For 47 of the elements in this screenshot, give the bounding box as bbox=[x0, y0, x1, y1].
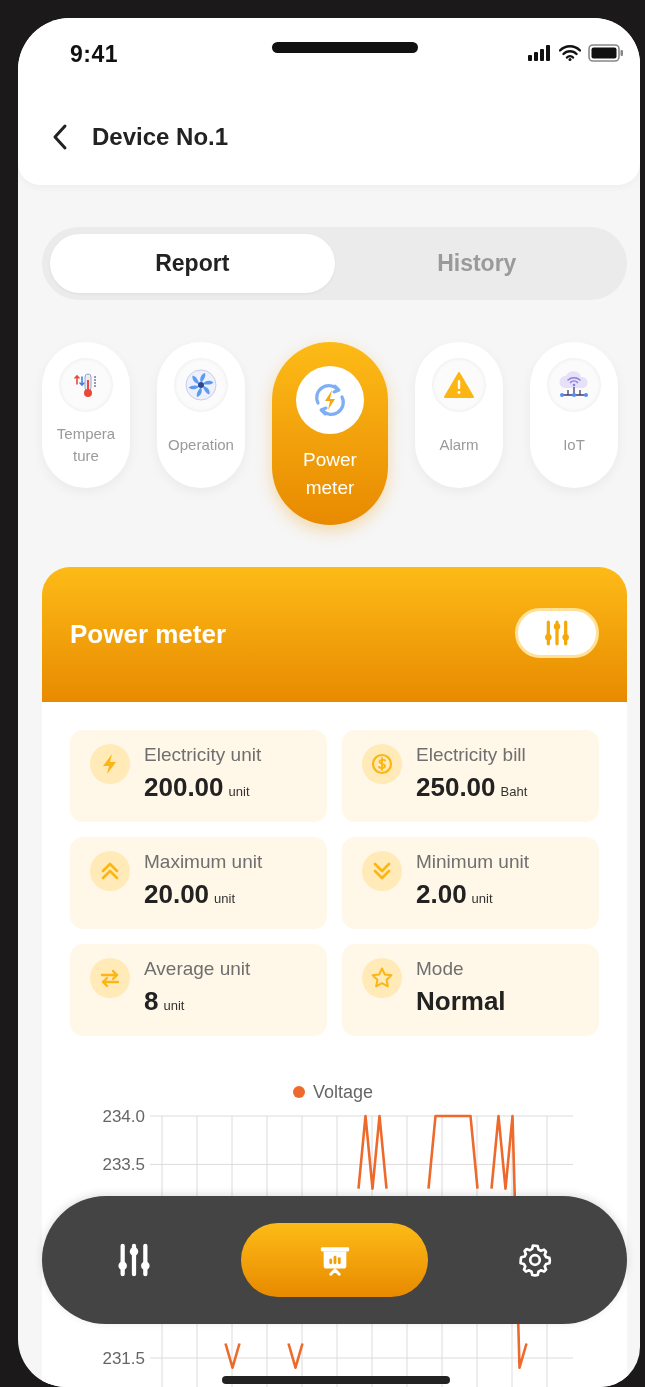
stat-value: 2.00 bbox=[416, 879, 467, 910]
category-button[interactable]: Operation bbox=[157, 342, 245, 488]
wifi-icon bbox=[559, 45, 581, 61]
status-time: 9:41 bbox=[70, 40, 119, 68]
double-chevron-down-icon bbox=[371, 860, 393, 882]
stat-unit: unit bbox=[471, 891, 493, 906]
card-title: Power meter bbox=[70, 619, 227, 650]
stat-label: Electricity bill bbox=[416, 744, 527, 766]
sliders-icon bbox=[117, 1243, 151, 1277]
y-axis-label: 233.5 bbox=[102, 1155, 145, 1175]
back-chevron-icon bbox=[52, 122, 68, 151]
stat-unit: unit bbox=[214, 891, 236, 906]
star-icon bbox=[370, 966, 394, 990]
legend-label: Voltage bbox=[313, 1082, 374, 1102]
back-button[interactable] bbox=[52, 122, 68, 151]
stat-label: Minimum unit bbox=[416, 851, 529, 873]
page-title: Device No.1 bbox=[92, 122, 229, 151]
y-axis-label: 231.5 bbox=[102, 1349, 145, 1368]
cloud-network-icon bbox=[557, 370, 591, 400]
category-button[interactable]: Alarm bbox=[415, 342, 503, 488]
stat-value: Normal bbox=[416, 986, 506, 1017]
stat-unit: Baht bbox=[500, 784, 528, 799]
stat-label: Mode bbox=[416, 958, 465, 980]
warning-icon bbox=[444, 372, 474, 398]
category-button[interactable]: Tempera ture bbox=[42, 342, 130, 488]
swap-arrows-icon bbox=[99, 967, 121, 989]
tab[interactable]: History bbox=[334, 234, 619, 293]
y-axis-label: 234.0 bbox=[102, 1107, 145, 1126]
stat-label: Average unit bbox=[144, 958, 251, 980]
battery-icon bbox=[588, 44, 624, 62]
sliders-icon bbox=[544, 620, 570, 646]
stat-value: 8 bbox=[144, 986, 159, 1017]
stat-unit: unit bbox=[228, 784, 250, 799]
stat-label: Electricity unit bbox=[144, 744, 262, 766]
category-button[interactable]: Power meter bbox=[272, 342, 388, 525]
stat-value: 250.00 bbox=[416, 772, 496, 803]
stat-label: Maximum unit bbox=[144, 851, 263, 873]
stat-value: 20.00 bbox=[144, 879, 210, 910]
signal-icon bbox=[528, 45, 552, 61]
settings-icon bbox=[517, 1242, 553, 1278]
double-chevron-up-icon bbox=[99, 860, 121, 882]
stat-value: 200.00 bbox=[144, 772, 224, 803]
stat-unit: unit bbox=[163, 998, 185, 1013]
category-button[interactable]: IoT bbox=[530, 342, 618, 488]
dollar-coin-icon bbox=[371, 753, 393, 775]
fan-icon bbox=[184, 368, 218, 402]
tab[interactable]: Report bbox=[50, 234, 335, 293]
